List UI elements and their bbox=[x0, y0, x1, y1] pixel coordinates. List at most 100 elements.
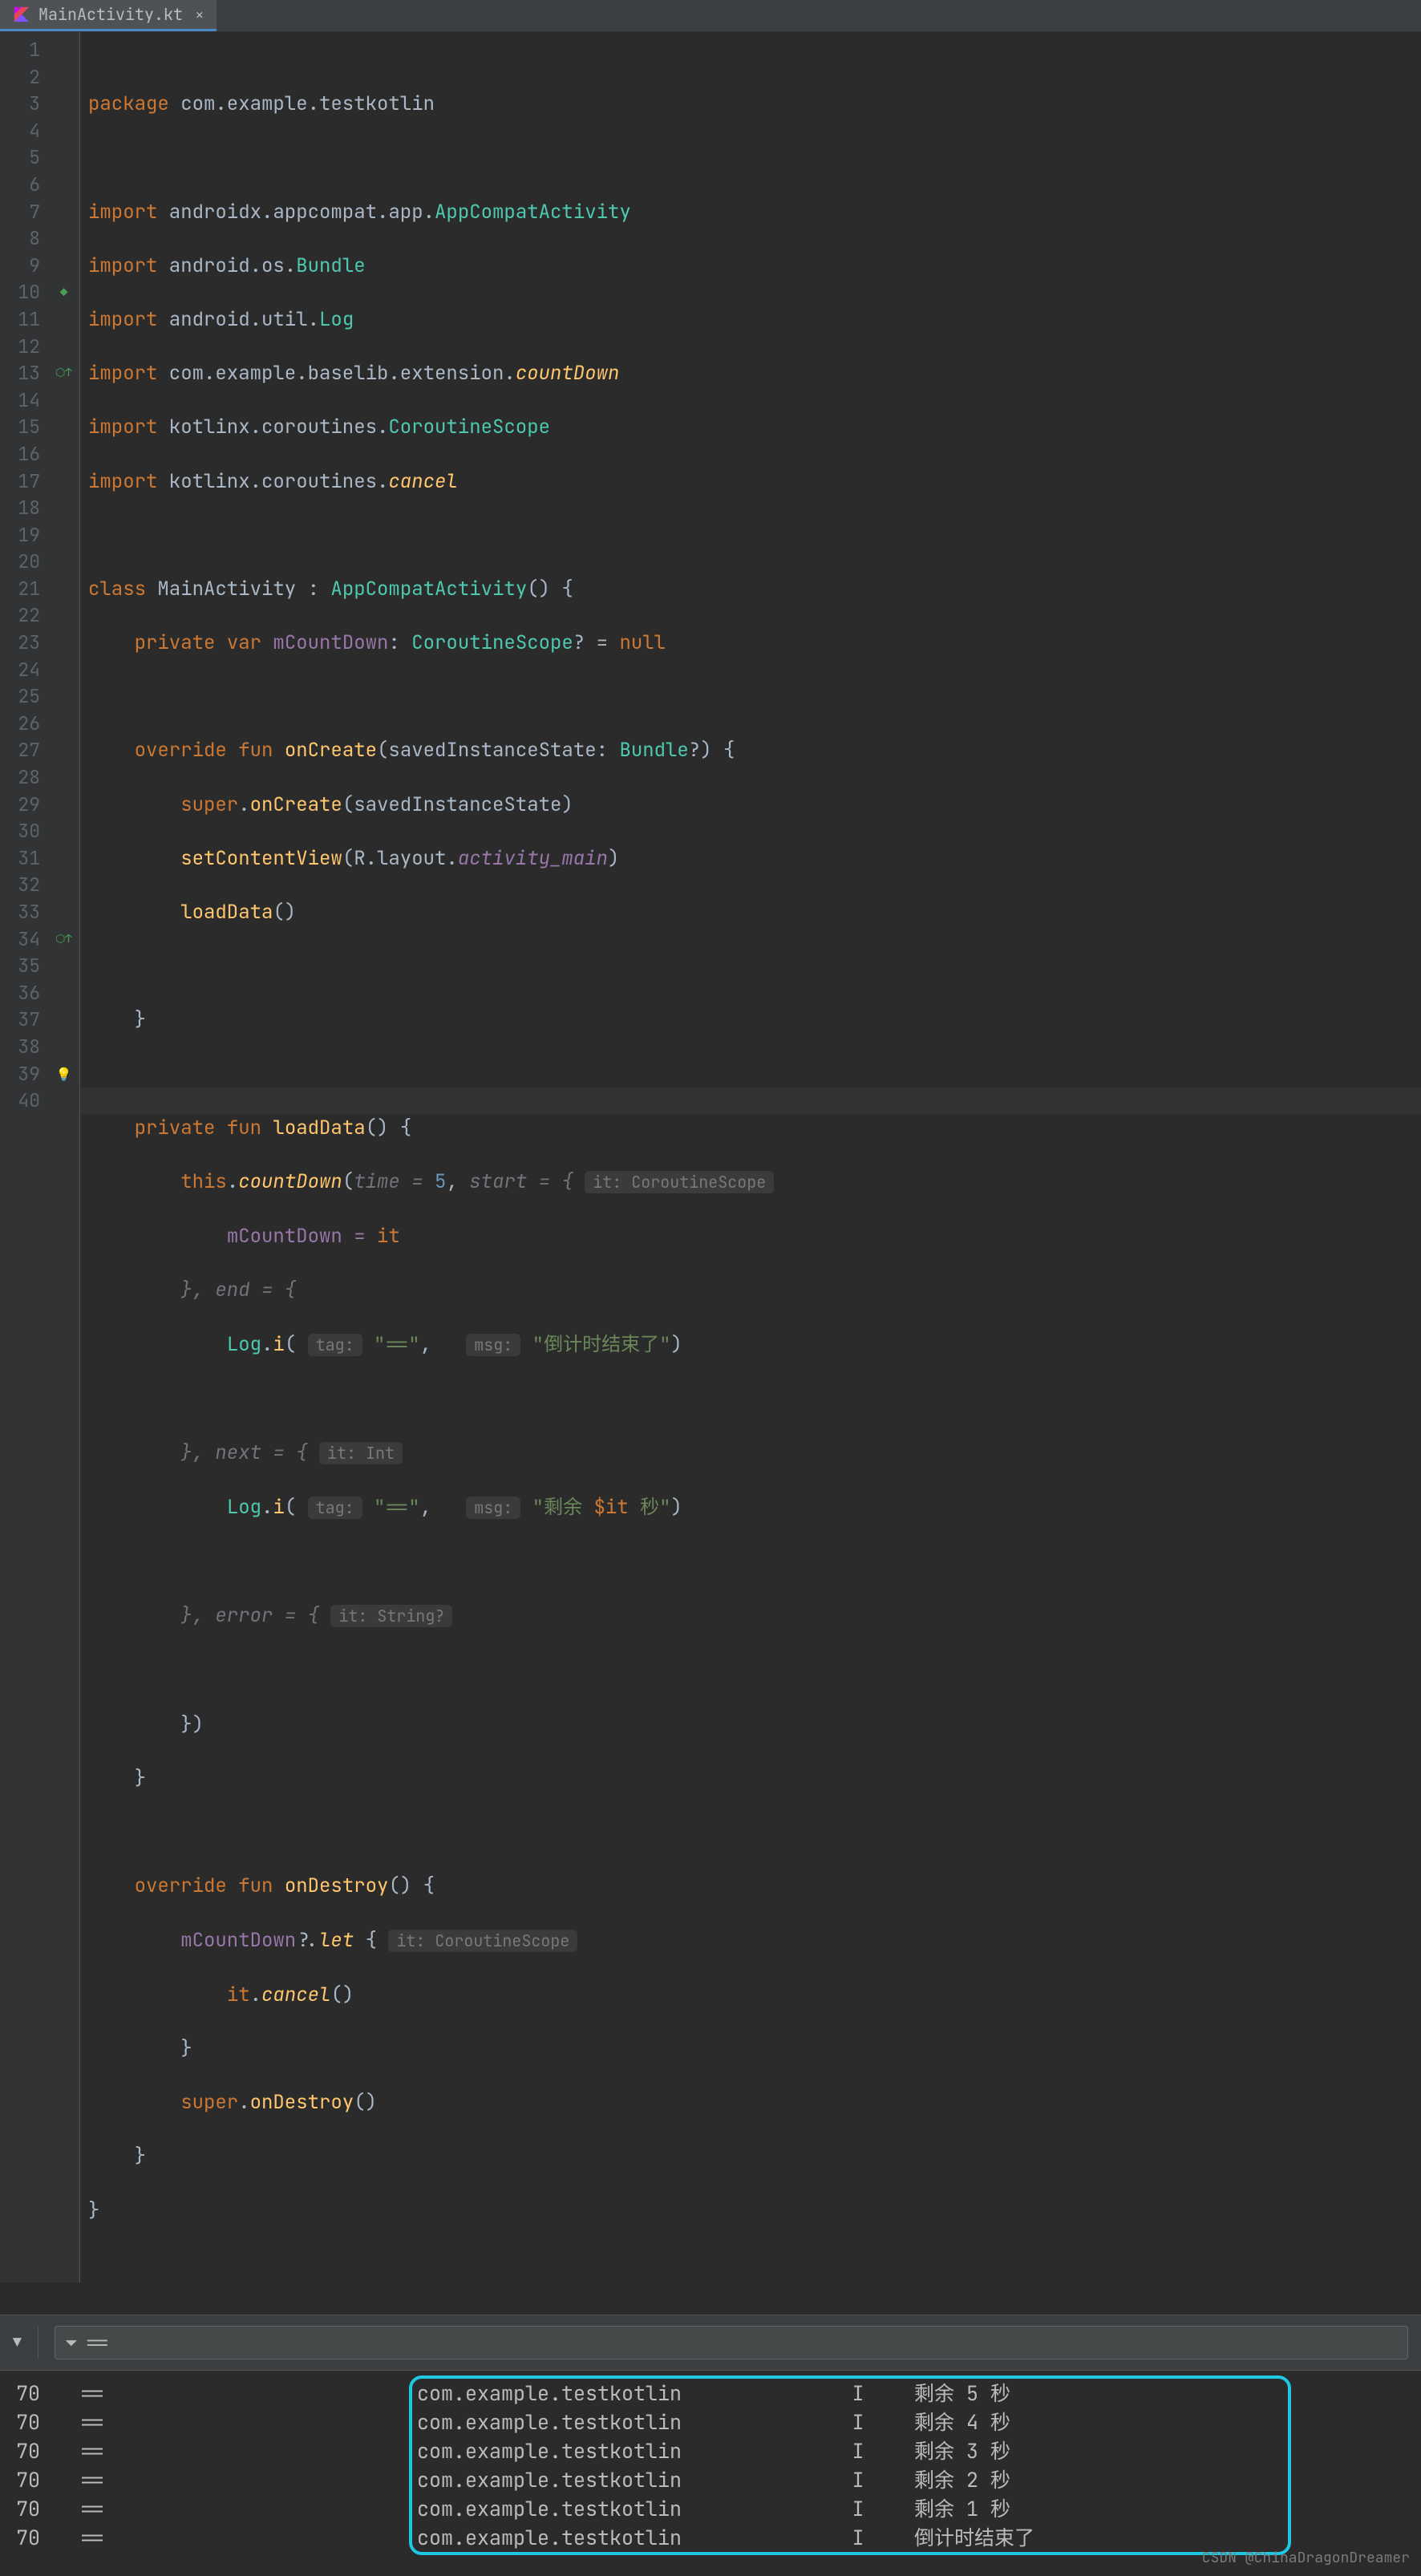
class-name: MainActivity bbox=[157, 577, 296, 601]
text: ( bbox=[285, 1495, 296, 1520]
string: 秒" bbox=[629, 1495, 671, 1520]
text: . bbox=[261, 1495, 273, 1520]
log-package: com.example.testkotlin bbox=[417, 2523, 834, 2552]
text: { bbox=[354, 1928, 377, 1953]
log-package: com.example.testkotlin bbox=[417, 2379, 834, 2408]
log-row: 70==com.example.testkotlinI剩余 3 秒 bbox=[16, 2436, 1405, 2465]
import-class: AppCompatActivity bbox=[435, 200, 631, 225]
keyword: var bbox=[227, 630, 273, 655]
string: "倒计时结束了" bbox=[532, 1332, 671, 1357]
fn-name: onDestroy bbox=[285, 1873, 389, 1898]
number: 5 bbox=[435, 1169, 446, 1194]
keyword: private bbox=[135, 630, 227, 655]
gutter-markers: ◆ ⬡↑ ⬡↑ 💡 bbox=[48, 32, 80, 2282]
string: "==" bbox=[374, 1332, 420, 1357]
fn-call: loadData bbox=[180, 900, 273, 925]
filter-text: == bbox=[86, 2331, 109, 2355]
text: () bbox=[330, 1983, 354, 2007]
text: . bbox=[227, 1169, 238, 1194]
param-hint: }, error = { bbox=[180, 1603, 319, 1628]
log-message: 倒计时结束了 bbox=[882, 2523, 1034, 2552]
log-row: 70==com.example.testkotlinI剩余 5 秒 bbox=[16, 2379, 1405, 2408]
import-path: android.util. bbox=[157, 307, 319, 332]
keyword: fun bbox=[238, 738, 285, 763]
text: ) bbox=[671, 1495, 682, 1520]
run-gutter-icon[interactable]: ◆ bbox=[48, 279, 79, 306]
line-number: 12 bbox=[0, 334, 40, 361]
text: (savedInstanceState) bbox=[342, 792, 573, 817]
text: ) bbox=[608, 846, 619, 871]
keyword: fun bbox=[238, 1873, 285, 1898]
text: } bbox=[88, 2198, 99, 2223]
logcat-filter-input[interactable]: ⏷ == bbox=[55, 2326, 1408, 2359]
text: . bbox=[238, 2090, 249, 2115]
import-path: com.example.baselib.extension. bbox=[157, 361, 515, 386]
import-class: Bundle bbox=[296, 253, 365, 278]
type: CoroutineScope bbox=[411, 630, 573, 655]
log-time: 70 bbox=[16, 2379, 80, 2408]
line-number: 33 bbox=[0, 899, 40, 926]
keyword: import bbox=[88, 415, 157, 439]
keyword: null bbox=[619, 630, 666, 655]
line-number: 13 bbox=[0, 360, 40, 387]
log-row: 70==com.example.testkotlinI剩余 2 秒 bbox=[16, 2465, 1405, 2494]
keyword: $ bbox=[593, 1495, 605, 1520]
import-path: androidx.appcompat.app. bbox=[157, 200, 435, 225]
override-gutter-icon[interactable]: ⬡↑ bbox=[48, 360, 79, 387]
intention-bulb-icon[interactable]: 💡 bbox=[48, 1061, 79, 1088]
param-hint: }, end = { bbox=[180, 1278, 296, 1302]
line-number: 6 bbox=[0, 172, 40, 199]
code-area[interactable]: package com.example.testkotlin import an… bbox=[80, 32, 1421, 2282]
param-hint: }, next = { bbox=[180, 1440, 307, 1465]
log-time: 70 bbox=[16, 2494, 80, 2523]
field: mCountDown bbox=[180, 1928, 296, 1953]
keyword: it bbox=[227, 1983, 250, 2007]
code-editor[interactable]: 1234567891011121314151617181920212223242… bbox=[0, 32, 1421, 2282]
line-number: 7 bbox=[0, 199, 40, 226]
line-number: 19 bbox=[0, 522, 40, 549]
text: () bbox=[273, 900, 296, 925]
line-number: 8 bbox=[0, 225, 40, 253]
text: () { bbox=[366, 1116, 412, 1140]
text: : bbox=[388, 630, 411, 655]
logcat-output[interactable]: 70==com.example.testkotlinI剩余 5 秒70==com… bbox=[0, 2371, 1421, 2576]
line-number: 28 bbox=[0, 764, 40, 792]
import-fn: countDown bbox=[516, 361, 620, 386]
file-tab-label: MainActivity.kt bbox=[38, 4, 183, 25]
import-fn: cancel bbox=[388, 469, 457, 494]
log-level: I bbox=[834, 2436, 882, 2465]
text: . bbox=[250, 1983, 261, 2007]
keyword: import bbox=[88, 469, 157, 494]
log-package: com.example.testkotlin bbox=[417, 2436, 834, 2465]
text: (savedInstanceState: bbox=[377, 738, 619, 763]
logcat-toolbar: ▼ ⏷ == bbox=[0, 2315, 1421, 2371]
text: } bbox=[135, 2144, 146, 2169]
line-number: 20 bbox=[0, 549, 40, 576]
log-level: I bbox=[834, 2408, 882, 2436]
line-number: 34 bbox=[0, 926, 40, 954]
line-number: 25 bbox=[0, 683, 40, 711]
watermark: CSDN @ChinaDragonDreamer bbox=[1202, 2544, 1410, 2573]
log-package: com.example.testkotlin bbox=[417, 2408, 834, 2436]
override-gutter-icon[interactable]: ⬡↑ bbox=[48, 926, 79, 954]
param-hint: start = { bbox=[469, 1169, 573, 1194]
text: } bbox=[135, 1007, 146, 1032]
text: ( bbox=[342, 1169, 354, 1194]
dropdown-icon[interactable]: ▼ bbox=[13, 2334, 22, 2352]
fn-call: onCreate bbox=[250, 792, 342, 817]
line-number: 21 bbox=[0, 576, 40, 603]
log-tag: == bbox=[80, 2436, 417, 2465]
log-tag: == bbox=[80, 2494, 417, 2523]
text: ?) { bbox=[689, 738, 735, 763]
line-number: 16 bbox=[0, 441, 40, 468]
line-number: 40 bbox=[0, 1088, 40, 1115]
log-row: 70==com.example.testkotlinI倒计时结束了 bbox=[16, 2523, 1405, 2552]
resource: activity_main bbox=[458, 846, 608, 871]
import-path: android.os. bbox=[157, 253, 296, 278]
import-class: CoroutineScope bbox=[388, 415, 550, 439]
close-icon[interactable]: ✕ bbox=[196, 6, 204, 23]
keyword: override bbox=[135, 1873, 239, 1898]
file-tab-mainactivity[interactable]: MainActivity.kt ✕ bbox=[0, 0, 217, 31]
keyword: private bbox=[135, 1116, 227, 1140]
log-level: I bbox=[834, 2465, 882, 2494]
